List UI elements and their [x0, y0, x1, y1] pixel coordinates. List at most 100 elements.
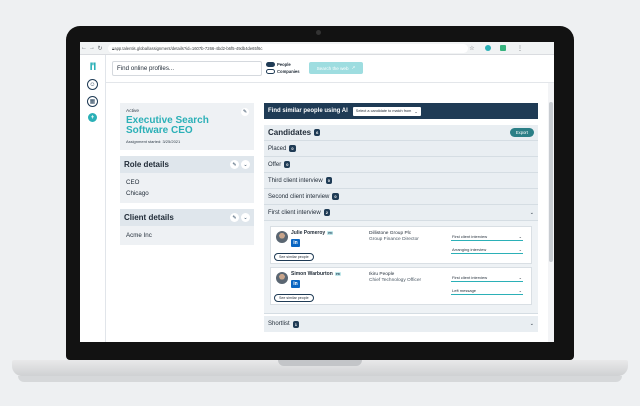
laptop-shadow — [18, 376, 622, 382]
status-dropdown[interactable]: Left message ⌄ — [451, 286, 523, 295]
avatar — [276, 272, 288, 284]
candidate-match-label: Select a candidate to match from — [355, 109, 412, 113]
candidate-name[interactable]: Simon Warburton — [291, 271, 333, 277]
url-text: app.talentis.global/assignment/details?i… — [114, 45, 263, 51]
assignment-title: Executive Search Software CEO — [126, 115, 209, 136]
candidates-header: Candidates 6 Export — [264, 125, 538, 141]
candidate-match-select[interactable]: Select a candidate to match from ⌄ — [352, 106, 421, 116]
assignment-status: Active — [126, 109, 140, 114]
edit-pencil-icon[interactable]: ✎ — [241, 108, 249, 116]
chevron-down-icon: ⌄ — [518, 233, 522, 239]
assignment-card: Active Executive Search Software CEO Ass… — [120, 103, 254, 150]
stage-placed[interactable]: Placed 0 — [264, 141, 538, 157]
see-similar-button[interactable]: See similar people — [274, 253, 314, 261]
plus-icon[interactable]: + — [88, 113, 97, 122]
client-details-heading: Client details — [124, 213, 174, 222]
stage-first-client-interview[interactable]: First client interview 2 ⌄ — [264, 205, 538, 221]
stage-count: 1 — [292, 320, 299, 328]
candidate-role: Chief Technology Officer — [369, 278, 422, 283]
see-similar-button[interactable]: See similar people — [274, 294, 314, 302]
address-bar[interactable]: 🔒︎ app.talentis.global/assignment/detail… — [108, 43, 468, 53]
extension-icon[interactable] — [485, 45, 491, 51]
star-icon[interactable]: ☆ — [468, 45, 476, 52]
edit-pencil-icon[interactable]: ✎ — [230, 213, 239, 222]
avatar — [276, 231, 288, 243]
toggle-companies-label: Companies — [277, 69, 300, 74]
toggle-off-icon — [266, 69, 275, 74]
client-details-header: Client details ✎ ⌄ — [120, 209, 254, 226]
search-web-label: Search the web — [316, 65, 349, 71]
stage-count: 2 — [323, 209, 330, 216]
toggle-people-label: People — [277, 62, 291, 67]
stage-count: 0 — [332, 193, 339, 200]
candidate-tag: PD — [327, 231, 334, 235]
edit-pencil-icon[interactable]: ✎ — [230, 160, 239, 169]
menu-icon[interactable]: ⋮ — [516, 45, 524, 52]
role-details-body: CEO Chicago — [120, 173, 254, 203]
stage-count: 0 — [289, 145, 296, 152]
chevron-down-icon: ⌄ — [414, 109, 418, 114]
chevron-down-icon[interactable]: ⌄ — [530, 210, 534, 216]
toggle-on-icon — [266, 62, 275, 67]
user-icon[interactable]: ☺ — [87, 79, 98, 90]
role-location: Chicago — [126, 190, 149, 197]
export-button[interactable]: Export — [509, 128, 534, 137]
candidate-role: Group Finance Director — [369, 237, 419, 242]
talentis-logo-icon[interactable]: I'I — [90, 61, 97, 73]
assignment-panel: Active Executive Search Software CEO Ass… — [120, 103, 254, 245]
candidate-name[interactable]: Julie Pomeroy — [291, 230, 325, 236]
webcam — [316, 30, 321, 35]
status-dropdown-value: Arranging interview — [452, 246, 487, 252]
stage-dropdown[interactable]: First client interview ⌄ — [451, 232, 523, 241]
candidates-panel: Find similar people using AI Select a ca… — [264, 103, 538, 332]
candidate-tag: PD — [334, 272, 341, 276]
search-type-toggle[interactable]: People Companies — [266, 61, 300, 75]
chevron-down-icon: ⌄ — [518, 274, 522, 280]
stage-second-client-interview[interactable]: Second client interview 0 — [264, 189, 538, 205]
stage-label: Offer — [268, 161, 282, 168]
top-bar: People Companies Search the web ↗ — [106, 55, 554, 83]
chevron-down-icon[interactable]: ⌄ — [241, 160, 250, 169]
search-input[interactable] — [112, 61, 262, 76]
stage-label: Third client interview — [268, 177, 323, 184]
stage-offer[interactable]: Offer 0 — [264, 157, 538, 173]
candidates-heading: Candidates — [268, 128, 312, 137]
linkedin-icon[interactable]: in — [291, 239, 300, 247]
search-web-button[interactable]: Search the web ↗ — [309, 62, 363, 74]
role-details-heading: Role details — [124, 160, 169, 169]
scrollbar-thumb[interactable] — [549, 102, 553, 262]
assignment-started: Assignment started: 3/25/2021 — [126, 139, 181, 144]
candidate-card: Julie Pomeroy PD in See similar people Di… — [270, 226, 532, 264]
forward-icon[interactable]: → — [88, 45, 96, 51]
stage-dropdown[interactable]: First client interview ⌄ — [451, 273, 523, 282]
reload-icon[interactable]: ↻ — [96, 45, 104, 52]
chevron-down-icon[interactable]: ⌄ — [530, 321, 534, 327]
status-dropdown-value: Left message — [452, 287, 477, 293]
linkedin-icon[interactable]: in — [291, 280, 300, 288]
candidates-count: 6 — [314, 129, 321, 136]
screen: ← → ↻ 🔒︎ app.talentis.global/assignment/… — [80, 42, 554, 342]
chevron-down-icon[interactable]: ⌄ — [241, 213, 250, 222]
stage-third-client-interview[interactable]: Third client interview 0 — [264, 173, 538, 189]
client-details-body: Acme Inc — [120, 226, 254, 245]
client-name: Acme Inc — [126, 232, 152, 239]
chevron-down-icon: ⌄ — [518, 246, 522, 252]
stage-shortlist[interactable]: Shortlist 1 ⌄ — [264, 316, 538, 332]
stage-label: First client interview — [268, 209, 321, 216]
back-icon[interactable]: ← — [80, 45, 88, 51]
building-icon[interactable]: ▦ — [87, 96, 98, 107]
ai-heading: Find similar people using AI — [268, 108, 348, 114]
extension-icon-2[interactable] — [500, 45, 506, 51]
stage-first-client-interview-body: Julie Pomeroy PD in See similar people Di… — [264, 221, 538, 314]
role-title: CEO — [126, 179, 140, 186]
main-content: Active Executive Search Software CEO Ass… — [106, 83, 554, 342]
stage-count: 0 — [284, 161, 291, 168]
left-rail: I'I ☺ ▦ + — [80, 55, 106, 342]
stage-label: Placed — [268, 145, 287, 152]
ai-bar: Find similar people using AI Select a ca… — [264, 103, 538, 119]
stage-count: 0 — [325, 177, 332, 184]
stage-label: Shortlist — [268, 321, 290, 327]
laptop-notch — [278, 360, 362, 366]
external-link-icon: ↗ — [351, 65, 356, 70]
status-dropdown[interactable]: Arranging interview ⌄ — [451, 245, 523, 254]
